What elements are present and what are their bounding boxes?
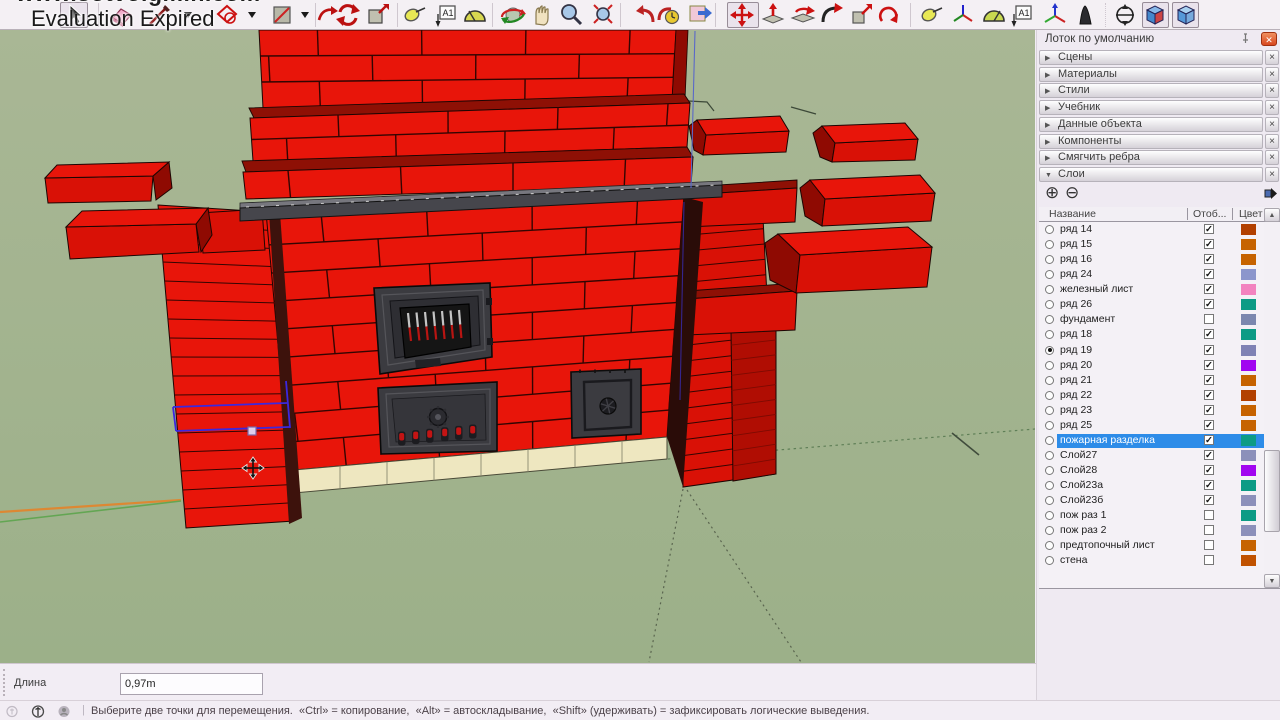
svg-text:A1: A1	[443, 8, 454, 18]
svg-text:A1: A1	[1019, 8, 1030, 18]
